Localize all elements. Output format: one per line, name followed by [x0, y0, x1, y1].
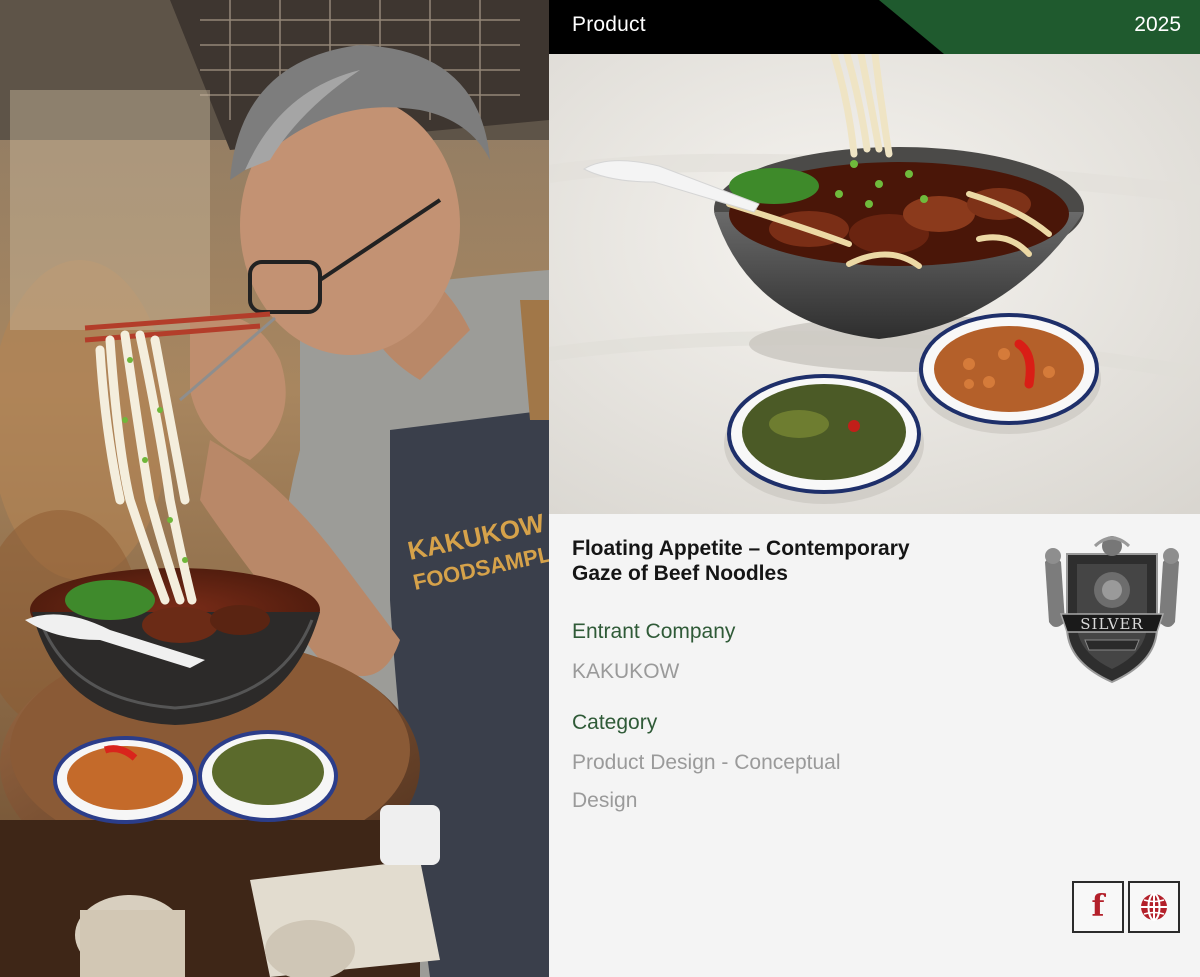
- section-label: Product: [572, 13, 646, 36]
- website-button[interactable]: [1128, 881, 1180, 933]
- entry-title-line2: Gaze of Beef Noodles: [572, 562, 788, 585]
- header-shape: [549, 0, 944, 54]
- entry-title: Floating Appetite – Contemporary Gaze of…: [572, 536, 992, 586]
- card-header: Product 2025: [549, 0, 1200, 54]
- globe-icon: [1141, 893, 1167, 921]
- facebook-button[interactable]: f: [1072, 881, 1124, 933]
- entrant-company-value: KAKUKOW: [572, 660, 680, 683]
- category-value-line2: Design: [572, 789, 638, 812]
- silver-award-badge: SILVER: [1035, 532, 1189, 686]
- artist-photo: KAKUKOW FOODSAMPLE: [0, 0, 549, 977]
- award-level-text: SILVER: [1080, 615, 1143, 633]
- facebook-icon: f: [1091, 889, 1105, 924]
- product-photo-illustration: [549, 54, 1200, 514]
- product-photo: [549, 54, 1200, 514]
- award-entry-card: Product 2025 Floating Appetite – Contemp…: [549, 0, 1200, 977]
- laurel-crest-icon: SILVER: [1045, 536, 1179, 684]
- award-year: 2025: [1134, 13, 1181, 36]
- artist-photo-illustration: KAKUKOW FOODSAMPLE: [0, 0, 549, 977]
- entry-title-line1: Floating Appetite – Contemporary: [572, 537, 910, 560]
- category-value: Product Design - Conceptual Design: [572, 744, 932, 820]
- category-label: Category: [572, 711, 658, 734]
- entrant-company-label: Entrant Company: [572, 620, 736, 643]
- category-value-line1: Product Design - Conceptual: [572, 751, 841, 774]
